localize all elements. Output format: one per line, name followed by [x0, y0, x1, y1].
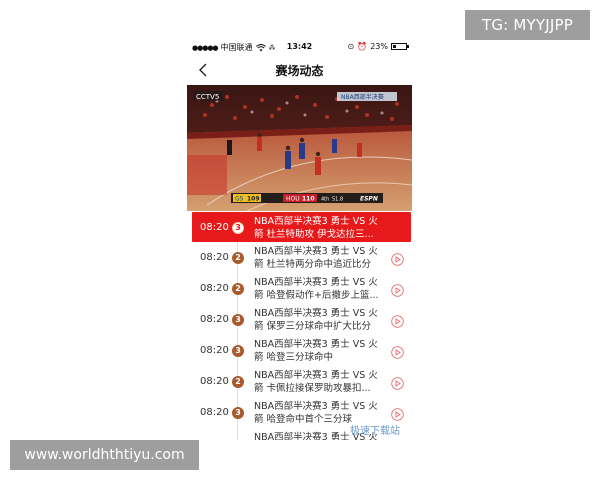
play-icon[interactable] [391, 377, 404, 390]
event-text-line1: NBA西部半决赛3 勇士 VS 火 [254, 401, 378, 412]
quarter-badge: 2 [232, 376, 244, 388]
event-text-line1: NBA西部半决赛3 勇士 VS 火 [254, 339, 378, 350]
team-a-label: GS [235, 196, 244, 203]
team-b-label: HOU [286, 196, 300, 203]
nav-bar: 赛场动态 [187, 56, 412, 84]
battery-icon [391, 43, 409, 50]
quarter-badge: 3 [232, 222, 244, 234]
game-clock: 51.8 [332, 197, 343, 203]
event-text: NBA西部半决赛3 勇士 VS 火箭 哈登假动作+后撤步上篮... [254, 276, 386, 302]
event-text-line1: NBA西部半决赛3 勇士 VS 火 [254, 277, 378, 288]
event-time: 08:20 [200, 283, 229, 294]
download-watermark: 极速下载站 [350, 426, 400, 437]
event-list-item[interactable]: 08:20 2 NBA西部半决赛3 勇士 VS 火箭 卡佩拉接保罗助攻暴扣... [187, 366, 412, 397]
event-list-item[interactable]: 08:20 2 NBA西部半决赛3 勇士 VS 火箭 哈登假动作+后撤步上篮... [187, 273, 412, 304]
status-right: ⊙ ⏰ 23% [347, 42, 409, 51]
event-time: 08:20 [200, 252, 229, 263]
event-text: NBA西部半决赛3 勇士 VS 火箭 保罗三分球命中扩大比分 [254, 307, 386, 333]
event-text-line1: NBA西部半决赛3 勇士 VS 火 [254, 216, 378, 227]
tg-watermark: TG: MYYJJPP [465, 10, 590, 40]
event-text-line2: 箭 哈登假动作+后撤步上篮... [254, 290, 379, 301]
event-list-item[interactable]: 08:20 3 NBA西部半决赛3 勇士 VS 火箭 哈登三分球命中 [187, 335, 412, 366]
event-list-item[interactable]: 08:20 3 NBA西部半决赛3 勇士 VS 火箭 杜兰特助攻 伊戈达拉三... [192, 212, 411, 242]
event-text: NBA西部半决赛3 勇士 VS 火箭 杜兰特助攻 伊戈达拉三... [254, 215, 404, 241]
video-frame: CCTV5 NBA西部半决赛 GS 109 HOU 110 4th 51.8 E… [187, 85, 412, 211]
play-icon[interactable] [391, 284, 404, 297]
team-a-score: 109 [247, 196, 260, 203]
battery-percent: 23% [370, 42, 388, 51]
event-list: 08:20 3 NBA西部半决赛3 勇士 VS 火箭 杜兰特助攻 伊戈达拉三... 0… [187, 211, 412, 440]
video-banner: NBA西部半决赛 [341, 93, 384, 101]
url-watermark: www.worldhthtiyu.com [10, 440, 199, 470]
page-title: 赛场动态 [275, 64, 324, 78]
event-list-item[interactable]: 08:20 2 NBA西部半决赛3 勇士 VS 火箭 杜兰特两分命中追近比分 [187, 242, 412, 273]
team-b-score: 110 [302, 196, 315, 203]
event-text: NBA西部半决赛3 勇士 VS 火箭 哈登三分球命中 [254, 338, 386, 364]
event-text-line2: 箭 杜兰特两分命中追近比分 [254, 259, 372, 270]
game-quarter: 4th [321, 197, 329, 203]
play-icon[interactable] [391, 408, 404, 421]
quarter-badge: 2 [232, 252, 244, 264]
event-text: NBA西部半决赛3 勇士 VS 火箭 卡佩拉接保罗助攻暴扣... [254, 369, 386, 395]
screenshot-stage: TG: MYYJJPP www.worldhthtiyu.com ●●●●● 中… [0, 0, 600, 480]
channel-logo: CCTV5 [196, 93, 219, 101]
event-time: 08:20 [200, 407, 229, 418]
event-text-line1: NBA西部半决赛3 勇士 VS 火 [254, 246, 378, 257]
event-text-line2: 箭 杜兰特助攻 伊戈达拉三... [254, 229, 374, 240]
event-text-line2: 箭 保罗三分球命中扩大比分 [254, 321, 372, 332]
event-text-line2: 箭 卡佩拉接保罗助攻暴扣... [254, 383, 371, 394]
quarter-badge: 3 [232, 345, 244, 357]
event-list-item[interactable]: 08:20 3 NBA西部半决赛3 勇士 VS 火箭 保罗三分球命中扩大比分 [187, 304, 412, 335]
event-time: 08:20 [200, 314, 229, 325]
lock-rotation-icon: ⊙ [347, 42, 355, 51]
quarter-badge: 2 [232, 283, 244, 295]
broadcaster-logo: ESPN [360, 196, 378, 203]
event-time: 08:20 [200, 345, 229, 356]
status-bar: ●●●●● 中国联通 ⁂ 13:42 ⊙ ⏰ 23% [187, 38, 412, 56]
play-icon[interactable] [391, 315, 404, 328]
event-time: 08:20 [200, 376, 229, 387]
play-icon[interactable] [391, 253, 404, 266]
event-text: NBA西部半决赛3 勇士 VS 火箭 杜兰特两分命中追近比分 [254, 245, 386, 271]
quarter-badge: 3 [232, 407, 244, 419]
event-text-line2: 箭 哈登三分球命中 [254, 352, 334, 363]
alarm-icon: ⏰ [357, 42, 368, 51]
event-text-line1: NBA西部半决赛3 勇士 VS 火 [254, 370, 378, 381]
event-time: 08:20 [200, 222, 229, 233]
play-icon[interactable] [391, 346, 404, 359]
event-text-line1: NBA西部半决赛3 勇士 VS 火 [254, 308, 378, 319]
video-player[interactable]: CCTV5 NBA西部半决赛 GS 109 HOU 110 4th 51.8 E… [187, 85, 412, 211]
phone-screen: ●●●●● 中国联通 ⁂ 13:42 ⊙ ⏰ 23% 赛场动态 CCTV5 NB… [187, 38, 412, 440]
quarter-badge: 3 [232, 314, 244, 326]
